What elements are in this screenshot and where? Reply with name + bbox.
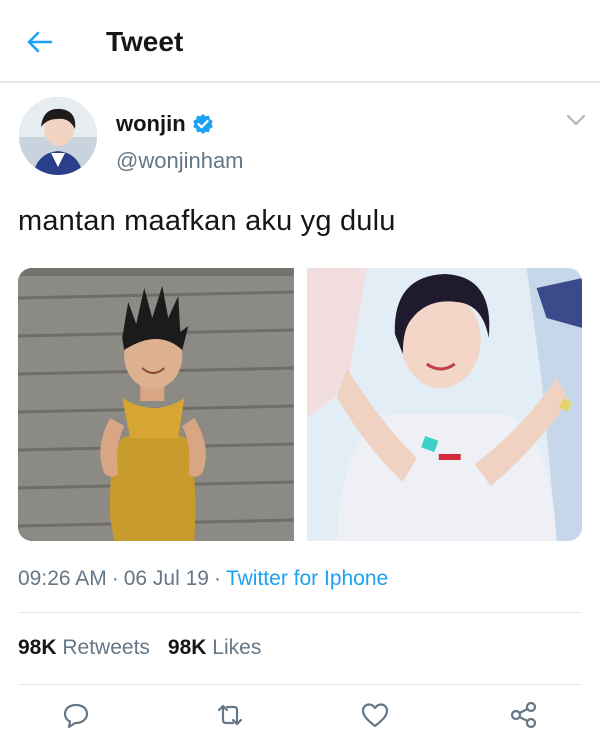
meta-separator: · [213,567,221,590]
share-icon [510,701,537,729]
avatar-image [19,97,97,175]
photo-wonjin-image [306,268,582,541]
action-bar [0,697,600,737]
top-bar: Tweet [0,0,600,83]
retweets-stat[interactable]: 98K Retweets [18,636,150,660]
author-block: wonjin @wonjinham [116,110,244,174]
tweet-photo-child[interactable] [18,268,294,541]
like-icon [361,703,389,728]
tweet-source-link[interactable]: Twitter for Iphone [226,567,388,590]
engagement-stats: 98K Retweets 98K Likes [18,636,261,660]
media-grid [18,268,582,541]
retweet-button[interactable] [212,697,248,733]
page-title: Tweet [106,26,184,57]
chevron-down-icon[interactable] [565,112,587,128]
tweet-text: mantan maafkan aku yg dulu [18,205,396,237]
user-handle[interactable]: @wonjinham [116,148,244,174]
photo-child-image [18,268,294,541]
likes-stat[interactable]: 98K Likes [168,636,261,660]
meta-separator: · [111,567,119,590]
retweets-label: Retweets [62,636,150,659]
avatar[interactable] [19,97,97,175]
tweet-meta: 09:26 AM · 06 Jul 19 · Twitter for Iphone [18,567,388,591]
arrow-left-icon [27,31,53,53]
divider [18,612,582,613]
tweet-date: 06 Jul 19 [123,567,209,590]
like-button[interactable] [357,697,393,733]
reply-icon [63,703,89,729]
verified-badge-icon [192,114,213,134]
retweets-count: 98K [18,636,57,659]
reply-button[interactable] [58,697,94,733]
share-button[interactable] [506,697,542,733]
divider [18,684,582,685]
back-button[interactable] [22,24,58,60]
display-name-row: wonjin [116,110,244,138]
likes-label: Likes [212,636,262,659]
tweet-photo-wonjin[interactable] [306,268,582,541]
display-name[interactable]: wonjin [116,111,186,137]
retweet-icon [217,704,243,726]
likes-count: 98K [167,636,207,659]
tweet-time: 09:26 AM [18,567,107,590]
